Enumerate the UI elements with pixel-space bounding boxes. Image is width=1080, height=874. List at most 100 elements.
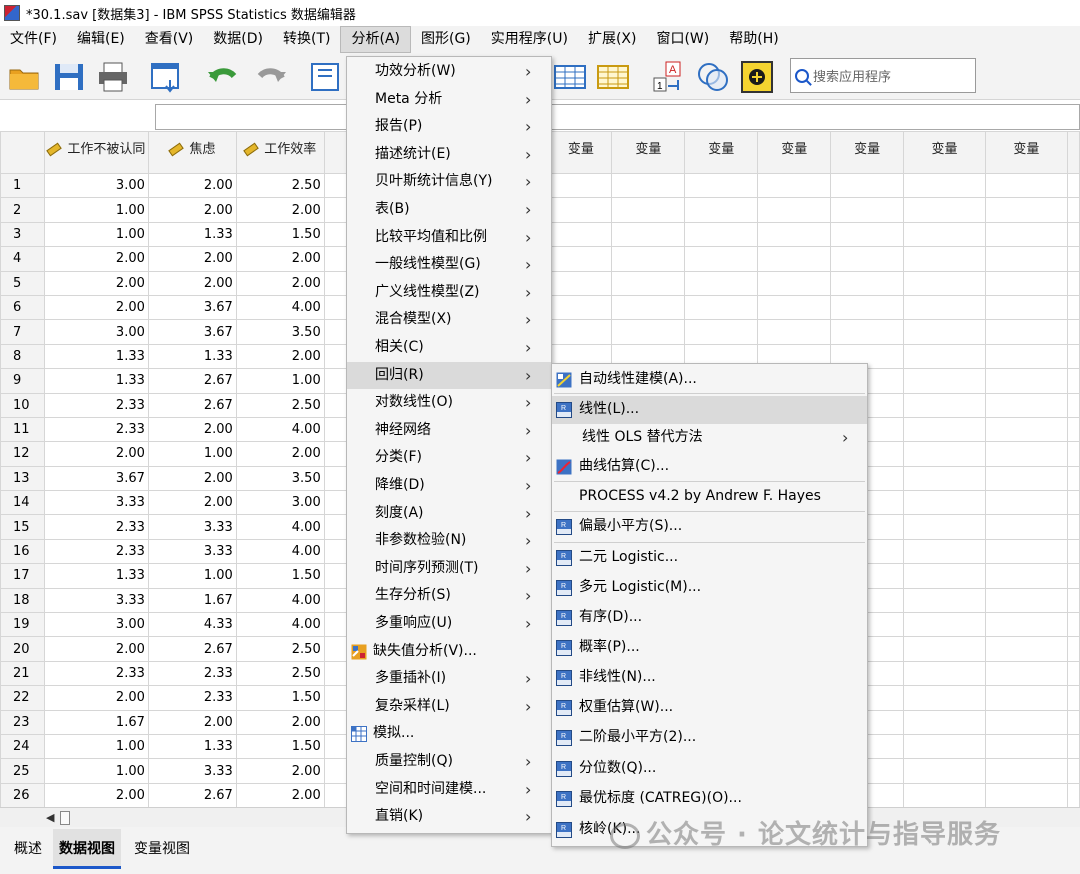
data-cell[interactable]: 2.00 [235, 270, 325, 296]
empty-cell[interactable] [984, 221, 1068, 248]
empty-cell[interactable] [1066, 733, 1080, 760]
row-number[interactable]: 16 [0, 538, 45, 565]
empty-cell[interactable] [1066, 782, 1080, 807]
regression-menu-item[interactable]: R 非线性(N)... [552, 664, 867, 692]
data-cell[interactable]: 4.00 [235, 514, 325, 540]
empty-cell[interactable] [684, 221, 759, 248]
empty-cell[interactable] [549, 197, 613, 223]
empty-cell[interactable] [903, 660, 986, 687]
data-cell[interactable]: 2.33 [147, 685, 237, 711]
row-number[interactable]: 17 [0, 563, 45, 589]
menu-item[interactable]: 查看(V) [135, 26, 204, 53]
analyze-menu-item[interactable]: 直销(K) › [347, 803, 551, 831]
row-number[interactable]: 23 [0, 709, 45, 735]
empty-cell[interactable] [903, 587, 986, 614]
empty-cell[interactable] [903, 514, 986, 540]
data-cell[interactable]: 2.00 [43, 246, 149, 272]
regression-menu-item[interactable]: 自动线性建模(A)... [552, 366, 867, 394]
empty-cell[interactable] [984, 270, 1068, 296]
empty-cell[interactable] [611, 294, 686, 321]
empty-cell[interactable] [984, 392, 1068, 418]
empty-cell[interactable] [984, 416, 1068, 443]
data-cell[interactable]: 3.00 [235, 490, 325, 516]
empty-cell[interactable] [757, 246, 832, 272]
data-cell[interactable]: 2.00 [147, 465, 237, 492]
empty-cell[interactable] [757, 197, 832, 223]
empty-cell[interactable] [1066, 636, 1080, 662]
analyze-menu-item[interactable]: 对数线性(O) › [347, 389, 551, 417]
row-number[interactable]: 5 [0, 270, 45, 296]
empty-cell[interactable] [903, 441, 986, 467]
empty-cell[interactable] [757, 294, 832, 321]
empty-cell[interactable] [903, 563, 986, 589]
row-number[interactable]: 6 [0, 294, 45, 321]
empty-cell[interactable] [1066, 758, 1080, 784]
use-variable-sets-icon[interactable] [696, 60, 730, 94]
empty-cell[interactable] [611, 246, 686, 272]
data-cell[interactable]: 2.50 [235, 172, 325, 199]
data-cell[interactable]: 3.33 [147, 758, 237, 784]
empty-cell[interactable] [903, 197, 986, 223]
analyze-menu-item[interactable]: 混合模型(X) › [347, 306, 551, 334]
empty-cell[interactable] [903, 538, 986, 565]
column-header[interactable]: 工作不被认同 [43, 131, 149, 174]
data-cell[interactable]: 2.00 [235, 441, 325, 467]
empty-cell[interactable] [903, 416, 986, 443]
empty-cell[interactable] [757, 319, 832, 345]
row-number[interactable]: 3 [0, 221, 45, 248]
scroll-left-icon[interactable]: ◀ [46, 811, 54, 824]
data-cell[interactable]: 2.00 [43, 685, 149, 711]
extensions-hub-icon[interactable] [740, 60, 774, 94]
empty-cell[interactable] [549, 294, 613, 321]
row-number[interactable]: 20 [0, 636, 45, 662]
row-number[interactable]: 26 [0, 782, 45, 807]
row-number[interactable]: 4 [0, 246, 45, 272]
data-cell[interactable]: 2.00 [43, 636, 149, 662]
data-cell[interactable]: 1.00 [43, 197, 149, 223]
empty-cell[interactable] [830, 197, 905, 223]
data-cell[interactable]: 4.33 [147, 612, 237, 638]
data-cell[interactable]: 1.33 [43, 563, 149, 589]
analyze-menu-item[interactable]: 广义线性模型(Z) › [347, 279, 551, 307]
scrollbar-thumb[interactable] [60, 811, 70, 825]
data-cell[interactable]: 2.00 [147, 709, 237, 735]
regression-menu-item[interactable]: R 概率(P)... [552, 634, 867, 662]
empty-cell[interactable] [611, 270, 686, 296]
empty-cell[interactable] [984, 514, 1068, 540]
analyze-menu-item[interactable]: 功效分析(W) › [347, 58, 551, 86]
regression-menu-item[interactable]: 曲线估算(C)... [552, 453, 867, 481]
data-cell[interactable]: 3.67 [147, 319, 237, 345]
search-apps-input[interactable]: 搜索应用程序 [790, 58, 976, 93]
data-cell[interactable]: 2.67 [147, 368, 237, 394]
redo-icon[interactable] [254, 60, 288, 94]
empty-cell[interactable] [1066, 465, 1080, 492]
data-cell[interactable]: 2.00 [235, 709, 325, 735]
empty-cell[interactable] [1066, 197, 1080, 223]
empty-cell[interactable] [757, 221, 832, 248]
data-cell[interactable]: 2.33 [43, 416, 149, 443]
empty-cell[interactable] [549, 172, 613, 199]
data-cell[interactable]: 1.00 [43, 221, 149, 248]
regression-menu-item[interactable]: R 权重估算(W)... [552, 694, 867, 722]
empty-cell[interactable] [903, 490, 986, 516]
empty-cell[interactable] [611, 197, 686, 223]
row-number[interactable]: 1 [0, 172, 45, 199]
data-cell[interactable]: 1.33 [43, 343, 149, 370]
tab-overview[interactable]: 概述 [8, 829, 48, 869]
empty-cell[interactable] [984, 172, 1068, 199]
data-cell[interactable]: 4.00 [235, 294, 325, 321]
analyze-menu-item[interactable]: 回归(R) › [347, 361, 551, 390]
row-number[interactable]: 22 [0, 685, 45, 711]
empty-cell[interactable] [903, 758, 986, 784]
data-cell[interactable]: 4.00 [235, 612, 325, 638]
empty-cell[interactable] [1066, 441, 1080, 467]
empty-cell[interactable] [1066, 319, 1080, 345]
menu-item[interactable]: 文件(F) [0, 26, 67, 53]
data-cell[interactable]: 1.00 [43, 758, 149, 784]
empty-cell[interactable] [549, 246, 613, 272]
data-cell[interactable]: 2.00 [43, 782, 149, 807]
undo-icon[interactable] [206, 60, 240, 94]
empty-cell[interactable] [984, 636, 1068, 662]
data-cell[interactable]: 1.67 [147, 587, 237, 614]
cell-value-input[interactable] [155, 104, 1080, 130]
